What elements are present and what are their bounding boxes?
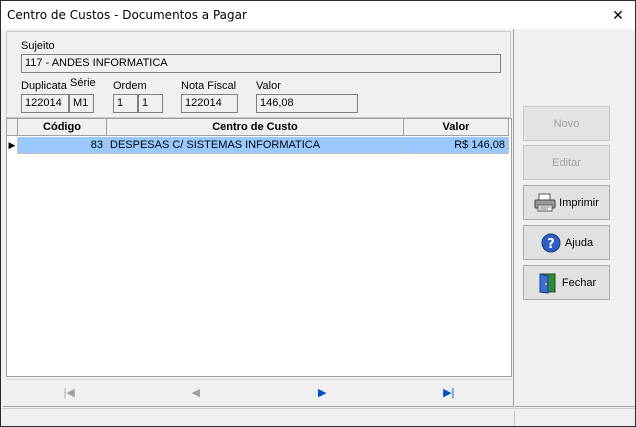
ajuda-button[interactable]: ? Ajuda — [523, 225, 610, 260]
document-header: Sujeito 117 - ANDES INFORMATICA Duplicat… — [6, 31, 511, 118]
valor-field[interactable]: 146,08 — [256, 94, 358, 113]
novo-label: Novo — [553, 117, 580, 130]
window-title: Centro de Custos - Documentos a Pagar — [7, 8, 247, 22]
serie-label: Série — [70, 77, 96, 89]
duplicata-field[interactable]: 122014 — [21, 94, 69, 113]
imprimir-button[interactable]: Imprimir — [523, 185, 610, 220]
ordem-label: Ordem — [113, 80, 147, 92]
first-record-button[interactable]: |◀ — [6, 380, 133, 405]
editar-button[interactable]: Editar — [523, 145, 610, 180]
cell-valor[interactable]: R$ 146,08 — [404, 137, 509, 154]
svg-text:?: ? — [547, 237, 555, 252]
action-panel: Novo Editar Imprimir ? Ajuda Fechar — [515, 29, 635, 407]
printer-icon — [534, 192, 556, 214]
sujeito-label: Sujeito — [21, 40, 55, 52]
duplicata-label: Duplicata — [21, 80, 67, 92]
serie-field[interactable]: M1 — [69, 94, 94, 113]
sujeito-field[interactable]: 117 - ANDES INFORMATICA — [21, 54, 501, 73]
column-header-valor[interactable]: Valor — [404, 119, 509, 136]
ordem-field-1[interactable]: 1 — [113, 94, 138, 113]
nota-fiscal-field[interactable]: 122014 — [181, 94, 238, 113]
column-header-codigo[interactable]: Código — [18, 119, 107, 136]
valor-label: Valor — [256, 80, 281, 92]
ajuda-label: Ajuda — [564, 236, 594, 249]
table-row[interactable]: ▶ 83 DESPESAS C/ SISTEMAS INFORMATICA R$… — [7, 137, 509, 154]
editar-label: Editar — [552, 156, 581, 169]
prior-record-button[interactable]: ◀ — [133, 380, 260, 405]
nota-fiscal-label: Nota Fiscal — [181, 80, 237, 92]
window: Centro de Custos - Documentos a Pagar ✕ … — [0, 0, 636, 427]
indicator-header — [7, 119, 18, 136]
window-content: Sujeito 117 - ANDES INFORMATICA Duplicat… — [1, 29, 635, 426]
record-navigator: |◀ ◀ ▶ ▶| — [6, 379, 512, 405]
grid-header: Código Centro de Custo Valor — [7, 119, 509, 136]
status-divider — [514, 411, 515, 425]
last-record-button[interactable]: ▶| — [386, 380, 513, 405]
main-panel: Sujeito 117 - ANDES INFORMATICA Duplicat… — [3, 29, 514, 407]
next-record-button[interactable]: ▶ — [259, 380, 386, 405]
fechar-button[interactable]: Fechar — [523, 265, 610, 300]
novo-button[interactable]: Novo — [523, 106, 610, 141]
status-bar — [1, 408, 635, 426]
column-header-centro[interactable]: Centro de Custo — [107, 119, 404, 136]
door-exit-icon — [537, 272, 559, 294]
row-indicator-icon: ▶ — [7, 137, 18, 154]
cost-center-grid[interactable]: Código Centro de Custo Valor ▶ 83 DESPES… — [6, 118, 512, 377]
close-icon[interactable]: ✕ — [601, 1, 635, 29]
ordem-field-2[interactable]: 1 — [138, 94, 163, 113]
imprimir-label: Imprimir — [559, 196, 599, 209]
cell-centro[interactable]: DESPESAS C/ SISTEMAS INFORMATICA — [107, 137, 404, 154]
cell-codigo[interactable]: 83 — [18, 137, 107, 154]
title-bar: Centro de Custos - Documentos a Pagar ✕ — [1, 1, 635, 29]
fechar-label: Fechar — [561, 276, 597, 289]
help-icon: ? — [540, 232, 562, 254]
